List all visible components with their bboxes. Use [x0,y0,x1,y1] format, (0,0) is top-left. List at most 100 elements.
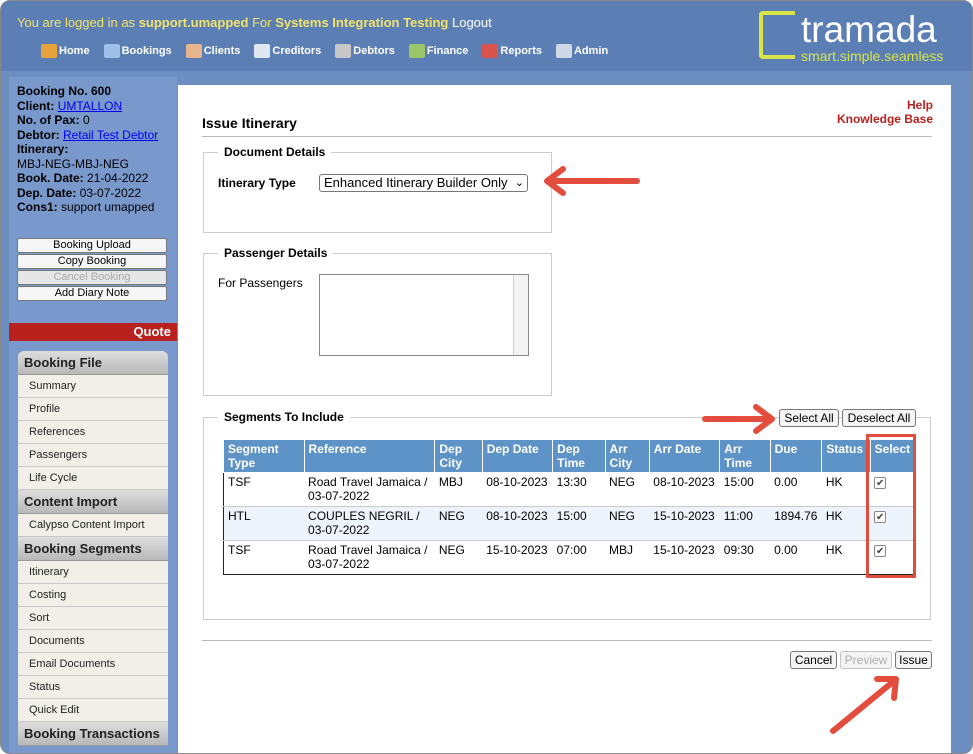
issue-button[interactable]: Issue [895,651,932,669]
menu-item-references[interactable]: References [18,421,168,444]
column-header: Arr City [604,439,650,473]
logout-link[interactable]: Logout [452,15,492,30]
cons1-value: support umapped [61,200,155,214]
column-header: Dep Date [481,439,554,473]
column-header: Status [821,439,871,473]
logo-text: tramada [801,9,937,50]
deselect-all-button[interactable]: Deselect All [842,409,916,427]
menu-item-costing[interactable]: Costing [18,584,168,607]
cancel-button[interactable]: Cancel [790,651,837,669]
creditors-icon [254,44,271,58]
cons1-label: Cons1: [17,200,58,214]
menu-heading-booking-file[interactable]: Booking File [18,351,168,375]
login-status: You are logged in as support.umapped For… [17,15,492,30]
table-row: HTL COUPLES NEGRIL / 03-07-2022 NEG 08-10-2… [223,506,917,541]
menu-item-itinerary[interactable]: Itinerary [18,561,168,584]
cancel-booking-button[interactable]: Cancel Booking [17,270,167,285]
pax-label: No. of Pax: [17,113,80,127]
menu-item-calypso-content-import[interactable]: Calypso Content Import [18,514,168,537]
nav-finance[interactable]: Finance [408,44,469,58]
menu-item-profile[interactable]: Profile [18,398,168,421]
column-header: Arr Date [648,439,721,473]
menu-item-status[interactable]: Status [18,676,168,699]
menu-heading-booking-segments[interactable]: Booking Segments [18,537,168,561]
client-link[interactable]: UMTALLON [58,99,122,113]
column-header: Reference [303,439,436,473]
knowledge-base-link[interactable]: Knowledge Base [837,112,933,126]
debtors-icon [335,44,352,58]
cell-arr-city: MBJ [605,540,650,575]
cell-arr-time: 15:00 [719,472,771,507]
menu-item-quick-edit[interactable]: Quick Edit [18,699,168,722]
copy-booking-button[interactable]: Copy Booking [17,254,167,269]
menu-heading-booking-transactions[interactable]: Booking Transactions [18,722,168,746]
page-title: Issue Itinerary [202,115,297,131]
cell-status: HK [821,540,871,575]
pax-value: 0 [83,113,90,127]
username: support.umapped [138,15,249,30]
debtor-link[interactable]: Retail Test Debtor [63,128,158,142]
table-row: TSF Road Travel Jamaica / 03-07-2022 NEG 15… [223,540,917,575]
menu-item-life-cycle[interactable]: Life Cycle [18,467,168,490]
nav-label: Bookings [121,45,172,57]
nav-admin[interactable]: Admin [555,44,609,58]
nav-home[interactable]: Home [41,44,90,58]
select-all-button[interactable]: Select All [779,409,839,427]
for-passengers-label: For Passengers [218,276,303,290]
nav-label: Admin [573,45,609,57]
menu-item-email-documents[interactable]: Email Documents [18,653,168,676]
menu-item-sort[interactable]: Sort [18,607,168,630]
menu-heading-content-import[interactable]: Content Import [18,490,168,514]
top-header: You are logged in as support.umapped For… [1,1,972,71]
passengers-listbox[interactable] [319,274,529,356]
cell-dep-date: 08-10-2023 [482,506,553,541]
dep-date-label: Dep. Date: [17,185,77,200]
itinerary-label: Itinerary: [17,142,69,156]
add-diary-note-button[interactable]: Add Diary Note [17,286,167,301]
booking-upload-button[interactable]: Booking Upload [17,238,167,253]
cell-status: HK [821,472,871,507]
listbox-scrollbar[interactable] [513,275,528,355]
help-link[interactable]: Help [837,98,933,112]
help-links: Help Knowledge Base [837,98,933,126]
preview-button[interactable]: Preview [840,651,892,669]
cell-arr-date: 15-10-2023 [649,506,720,541]
cell-arr-date: 15-10-2023 [649,540,720,575]
nav-debtors[interactable]: Debtors [335,44,395,58]
itinerary-type-select[interactable]: Enhanced Itinerary Builder Only ⌄ [319,174,528,192]
side-menu: Booking File Summary Profile References Pas… [18,351,168,746]
nav-label: Home [59,45,90,57]
cell-dep-date: 15-10-2023 [482,540,553,575]
table-row: TSF Road Travel Jamaica / 03-07-2022 MBJ 08… [223,472,917,507]
select-column-highlight [866,434,916,578]
menu-item-passengers[interactable]: Passengers [18,444,168,467]
cell-arr-time: 11:00 [719,506,771,541]
quote-status-bar: Quote [9,323,177,341]
main-content: Help Knowledge Base Issue Itinerary Docu… [178,85,951,753]
cell-reference: COUPLES NEGRIL / 03-07-2022 [304,506,435,541]
client-label: Client: [17,98,55,113]
nav-label: Debtors [353,45,395,57]
column-header: Dep City [434,439,483,473]
login-prefix: You are logged in as [17,15,136,30]
nav-clients[interactable]: Clients [185,44,241,58]
main-nav: Home Bookings Clients Creditors Debtors Finan… [41,44,622,58]
nav-label: Creditors [272,45,322,57]
app-window: You are logged in as support.umapped For… [0,0,973,754]
nav-creditors[interactable]: Creditors [254,44,321,58]
clients-icon [185,44,202,58]
cell-due: 0.00 [770,472,822,507]
nav-label: Clients [203,45,241,57]
nav-bookings[interactable]: Bookings [103,44,172,58]
menu-item-summary[interactable]: Summary [18,375,168,398]
column-header: Segment Type [223,439,305,473]
section-legend: Segments To Include [218,410,350,424]
segments-table: Segment Type Reference Dep City Dep Date Dep… [223,439,917,575]
nav-reports[interactable]: Reports [482,44,542,58]
nav-label: Finance [426,45,469,57]
cell-type: TSF [223,540,305,575]
itinerary-type-value: Enhanced Itinerary Builder Only [324,175,508,190]
menu-item-documents[interactable]: Documents [18,630,168,653]
bookings-icon [103,44,120,58]
book-date-label: Book. Date: [17,171,84,185]
